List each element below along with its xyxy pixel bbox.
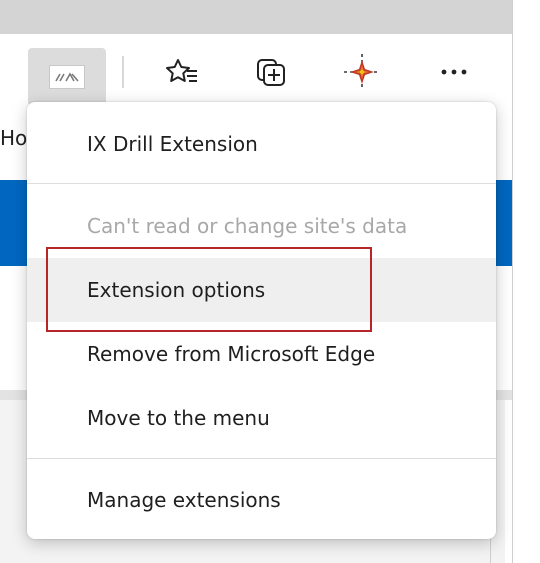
compass-crosshair-icon[interactable] [342,52,382,92]
more-dots-icon[interactable] [434,52,474,92]
collections-icon[interactable] [252,52,292,92]
menu-separator [27,458,496,459]
ix-drill-extension-button[interactable] [28,48,106,106]
menu-item-move-to-menu[interactable]: Move to the menu [27,386,496,450]
ix-drill-logo-icon [49,65,85,89]
toolbar-separator [122,56,124,88]
highlight-annotation-box [46,247,372,332]
window-scroll-rail[interactable] [512,0,540,563]
menu-item-manage-extensions[interactable]: Manage extensions [27,468,496,532]
browser-toolbar [0,34,512,108]
favorites-star-icon[interactable] [162,52,202,92]
browser-title-band [0,0,512,34]
menu-separator [27,183,496,184]
menu-item-extension-name[interactable]: IX Drill Extension [27,112,496,176]
page-text-fragment: Ho [0,126,28,150]
